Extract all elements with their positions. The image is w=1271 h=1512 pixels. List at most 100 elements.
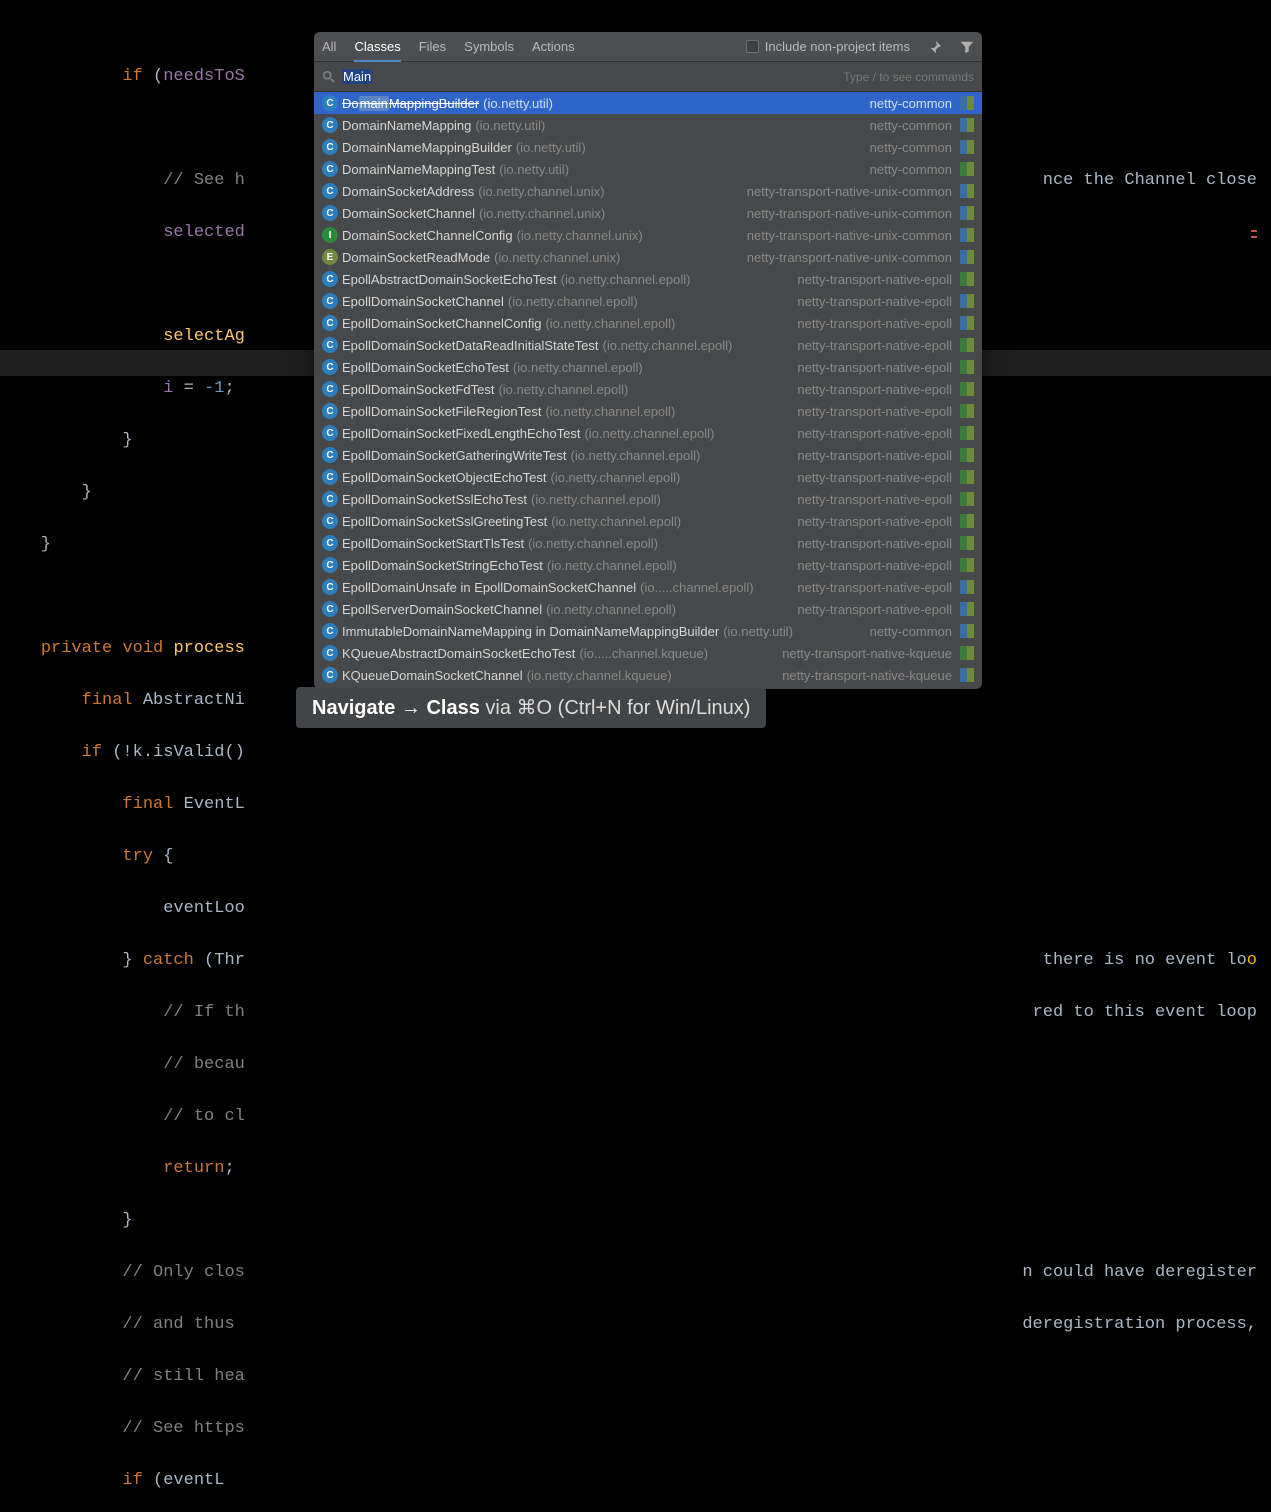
module-folder-icon: [960, 558, 974, 572]
class-kind-icon: C: [322, 623, 338, 639]
module-folder-icon: [960, 96, 974, 110]
module-folder-icon: [960, 316, 974, 330]
module-folder-icon: [960, 668, 974, 682]
result-module: netty-transport-native-epoll: [797, 536, 952, 551]
module-folder-icon: [960, 118, 974, 132]
result-package: (io.netty.channel.epoll): [551, 514, 681, 529]
result-module: netty-transport-native-epoll: [797, 580, 952, 595]
result-row[interactable]: CEpollDomainSocketFixedLengthEchoTest (i…: [314, 422, 982, 444]
result-row[interactable]: CEpollDomainSocketFileRegionTest (io.net…: [314, 400, 982, 422]
result-module: netty-transport-native-epoll: [797, 448, 952, 463]
tab-actions[interactable]: Actions: [532, 39, 575, 54]
result-row[interactable]: CEpollServerDomainSocketChannel (io.nett…: [314, 598, 982, 620]
result-row[interactable]: EDomainSocketReadMode (io.netty.channel.…: [314, 246, 982, 268]
result-name: EpollDomainSocketChannel: [342, 294, 504, 309]
result-package: (io.netty.util): [483, 96, 553, 111]
result-name: EpollDomainSocketFdTest: [342, 382, 494, 397]
module-folder-icon: [960, 228, 974, 242]
result-name: EpollDomainSocketStartTlsTest: [342, 536, 524, 551]
result-name: DomainNameMappingTest: [342, 162, 495, 177]
result-list: C DomainMappingBuilder (io.netty.util) net…: [314, 92, 982, 689]
module-folder-icon: [960, 536, 974, 550]
class-kind-icon: C: [322, 293, 338, 309]
result-row[interactable]: CEpollDomainUnsafe in EpollDomainSocketC…: [314, 576, 982, 598]
result-row[interactable]: CEpollDomainSocketDataReadInitialStateTe…: [314, 334, 982, 356]
result-row[interactable]: CEpollDomainSocketObjectEchoTest (io.net…: [314, 466, 982, 488]
result-row[interactable]: IDomainSocketChannelConfig (io.netty.cha…: [314, 224, 982, 246]
class-kind-icon: C: [322, 381, 338, 397]
include-non-project-checkbox[interactable]: Include non-project items: [746, 39, 910, 54]
result-row[interactable]: CEpollDomainSocketSslEchoTest (io.netty.…: [314, 488, 982, 510]
result-module: netty-common: [870, 118, 952, 133]
result-module: netty-common: [870, 96, 952, 111]
tab-classes[interactable]: Classes: [354, 39, 400, 62]
tab-files[interactable]: Files: [419, 39, 446, 54]
result-row[interactable]: CDomainMappingBuilder (io.netty.util)net…: [314, 92, 982, 114]
result-row[interactable]: C ImmutableDomainNameMapping in DomainNam…: [314, 620, 982, 642]
class-kind-icon: C: [322, 161, 338, 177]
pin-icon[interactable]: [928, 40, 942, 54]
result-row[interactable]: CEpollAbstractDomainSocketEchoTest (io.n…: [314, 268, 982, 290]
result-row[interactable]: CEpollDomainSocketGatheringWriteTest (io…: [314, 444, 982, 466]
result-row[interactable]: CEpollDomainSocketSslGreetingTest (io.ne…: [314, 510, 982, 532]
result-package: (io.netty.channel.epoll): [545, 316, 675, 331]
commands-hint: Type / to see commands: [843, 70, 974, 84]
module-folder-icon: [960, 250, 974, 264]
result-package: (io.netty.channel.epoll): [498, 382, 628, 397]
class-kind-icon: C: [322, 117, 338, 133]
result-row[interactable]: CEpollDomainSocketChannelConfig (io.nett…: [314, 312, 982, 334]
result-row[interactable]: CDomainNameMappingTest (io.netty.util)ne…: [314, 158, 982, 180]
result-module: netty-transport-native-epoll: [797, 294, 952, 309]
class-kind-icon: C: [322, 205, 338, 221]
module-folder-icon: [960, 470, 974, 484]
result-package: (io.netty.channel.epoll): [547, 558, 677, 573]
result-name: KQueueAbstractDomainSocketEchoTest: [342, 646, 575, 661]
module-folder-icon: [960, 162, 974, 176]
module-folder-icon: [960, 184, 974, 198]
result-row[interactable]: CKQueueAbstractDomainSocketEchoTest (io.…: [314, 642, 982, 664]
module-folder-icon: [960, 514, 974, 528]
result-name: ImmutableDomainNameMapping in DomainName…: [342, 624, 719, 639]
result-row[interactable]: CDomainNameMapping (io.netty.util)netty-…: [314, 114, 982, 136]
result-module: netty-transport-native-epoll: [797, 602, 952, 617]
class-kind-icon: C: [322, 535, 338, 551]
module-folder-icon: [960, 602, 974, 616]
popup-tabbar: All Classes Files Symbols Actions Includ…: [314, 32, 982, 62]
result-row[interactable]: CKQueueDomainSocketChannel (io.netty.cha…: [314, 664, 982, 686]
result-row[interactable]: C EpollDomainSocketStartTlsTest (io.netty…: [314, 532, 982, 554]
tab-symbols[interactable]: Symbols: [464, 39, 514, 54]
result-name: DomainMappingBuilder: [342, 96, 479, 111]
result-row[interactable]: CDomainSocketAddress (io.netty.channel.u…: [314, 180, 982, 202]
result-package: (io.netty.channel.unix): [494, 250, 620, 265]
module-folder-icon: [960, 360, 974, 374]
result-name: DomainSocketChannelConfig: [342, 228, 513, 243]
tab-all[interactable]: All: [322, 39, 336, 54]
result-row[interactable]: CDomainSocketChannel (io.netty.channel.u…: [314, 202, 982, 224]
result-module: netty-transport-native-epoll: [797, 492, 952, 507]
error-stripe-mark[interactable]: [1251, 230, 1257, 232]
result-name: EpollAbstractDomainSocketEchoTest: [342, 272, 557, 287]
module-folder-icon: [960, 206, 974, 220]
result-name: DomainSocketReadMode: [342, 250, 490, 265]
result-name: DomainSocketChannel: [342, 206, 475, 221]
result-name: DomainNameMapping: [342, 118, 471, 133]
result-module: netty-transport-native-epoll: [797, 272, 952, 287]
class-kind-icon: C: [322, 667, 338, 683]
error-stripe-mark[interactable]: [1251, 236, 1257, 238]
result-row[interactable]: CDomainNameMappingBuilder (io.netty.util…: [314, 136, 982, 158]
result-name: EpollDomainUnsafe in EpollDomainSocketCh…: [342, 580, 636, 595]
class-kind-icon: C: [322, 447, 338, 463]
result-row[interactable]: CEpollDomainSocketStringEchoTest (io.net…: [314, 554, 982, 576]
result-name: EpollDomainSocketEchoTest: [342, 360, 509, 375]
module-folder-icon: [960, 338, 974, 352]
search-input[interactable]: Main: [342, 69, 372, 84]
module-folder-icon: [960, 448, 974, 462]
result-row[interactable]: C EpollDomainSocketFdTest (io.netty.chann…: [314, 378, 982, 400]
result-module: netty-common: [870, 140, 952, 155]
result-row[interactable]: CEpollDomainSocketChannel (io.netty.chan…: [314, 290, 982, 312]
filter-icon[interactable]: [960, 40, 974, 54]
result-row[interactable]: CEpollDomainSocketEchoTest (io.netty.cha…: [314, 356, 982, 378]
module-folder-icon: [960, 426, 974, 440]
result-package: (io.netty.channel.epoll): [528, 536, 658, 551]
class-kind-icon: C: [322, 359, 338, 375]
